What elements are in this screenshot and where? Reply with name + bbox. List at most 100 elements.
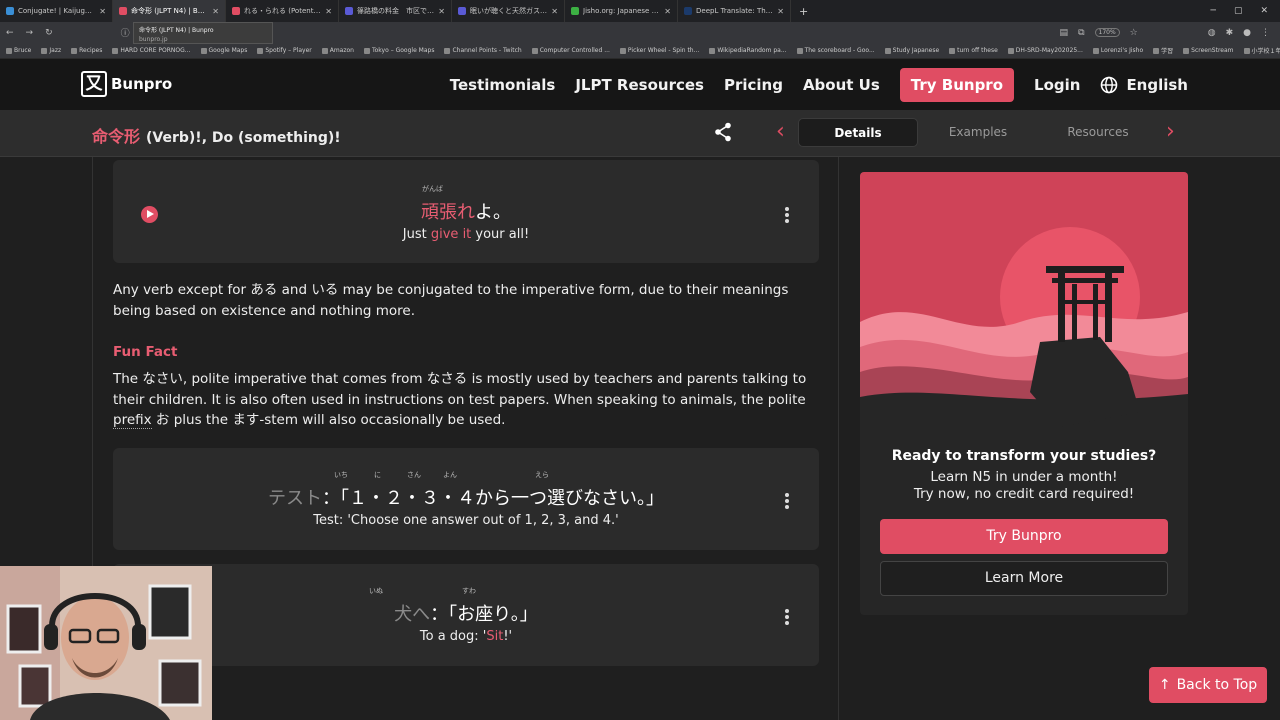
prefix-link[interactable]: prefix [113,412,152,429]
bookmark-item[interactable]: The scoreboard - Goo... [796,47,875,54]
tab-details[interactable]: Details [798,118,918,147]
nav-jlpt-resources[interactable]: JLPT Resources [575,76,704,94]
bookmark-item[interactable]: HARD CORE PORNOG... [112,47,191,54]
bookmark-icon [257,47,264,54]
browser-tab[interactable]: れる・られる (Potential) (JLPT✕ [226,0,339,22]
bookmark-item[interactable]: Channel Points - Twitch [444,47,522,54]
grammar-bar: 命令形 (Verb)!, Do (something)! ‹ Details Ex… [0,110,1280,157]
nav-pricing[interactable]: Pricing [724,76,783,94]
page-icon[interactable]: ▤ [1060,28,1069,38]
example-highlight: 頑張れ [421,202,475,223]
tab-favicon-icon [6,7,14,15]
grammar-meaning: (Verb)!, Do (something)! [146,130,341,146]
forward-icon[interactable]: → [26,28,34,38]
extension-icon[interactable]: ◍ [1208,28,1216,38]
maximize-icon[interactable]: ▢ [1234,6,1243,16]
share-icon[interactable] [714,122,732,142]
bookmark-item[interactable]: Spotify – Player [257,47,312,54]
translate-icon[interactable]: ⧉ [1078,28,1084,38]
browser-tab[interactable]: DeepL Translate: The world's m ✕ [678,0,791,22]
menu-icon[interactable]: ⋮ [1261,28,1270,38]
reload-icon[interactable]: ↻ [45,28,53,38]
close-window-icon[interactable]: ✕ [1260,6,1268,16]
bookmark-item[interactable]: Jazz [41,47,61,54]
tab-examples[interactable]: Examples [918,118,1038,147]
chevron-right-icon[interactable]: › [1166,121,1175,143]
login-link[interactable]: Login [1034,76,1080,94]
example-sentence: ：「１・２・３・４から一つ選びなさい。」 [322,488,664,509]
try-bunpro-button[interactable]: Try Bunpro [899,68,1015,102]
browser-tab[interactable]: Jisho.org: Japanese Dictionary ✕ [565,0,678,22]
bookmark-label: Channel Points - Twitch [452,47,522,54]
bookmark-item[interactable]: turn off these [949,47,998,54]
browser-tab[interactable]: 篠路橋の料金 市区でない人に ✕ [339,0,452,22]
back-to-top-label: Back to Top [1176,677,1258,693]
example-english: To a dog: 'Sit!' [113,629,819,644]
back-icon[interactable]: ← [6,28,14,38]
tab-favicon-icon [458,7,466,15]
bookmark-icon [112,47,119,54]
tab-title: 篠路橋の料金 市区でない人に [357,7,434,15]
browser-tab[interactable]: Conjugate! | Kaijugation - Bunp ✕ [0,0,113,22]
bunpro-logo[interactable]: 又 Bunpro [81,71,172,97]
close-tab-icon[interactable]: ✕ [551,7,558,16]
furigana: がんば [422,185,443,193]
bookmark-item[interactable]: ScreenStream [1183,47,1234,54]
bookmark-item[interactable]: Tokyo – Google Maps [363,47,434,54]
close-tab-icon[interactable]: ✕ [777,7,784,16]
back-to-top-button[interactable]: ↑ Back to Top [1149,667,1267,703]
tab-favicon-icon [571,7,579,15]
bookmark-icon [949,47,956,54]
chevron-left-icon[interactable]: ‹ [776,121,785,143]
browser-tab[interactable]: 命令形 (JLPT N4) | Bunpro ✕ [113,0,226,22]
bookmark-item[interactable]: 小学校１年生漢字の... [1243,46,1280,55]
more-options-icon[interactable] [785,207,789,225]
puzzle-icon[interactable]: ✱ [1226,28,1234,38]
bookmark-label: Amazon [329,47,354,54]
star-icon[interactable]: ☆ [1130,28,1138,38]
promo-learn-more-button[interactable]: Learn More [880,561,1168,596]
bookmark-item[interactable]: Bruce [6,47,31,54]
bookmark-label: DH-SRD-May202025... [1015,47,1083,54]
english-pre: Just [402,227,431,242]
browser-tab[interactable]: 眠いが聴くと天然ガスの価格が ✕ [452,0,565,22]
bookmark-label: Bruce [14,47,32,54]
language-selector[interactable]: English [1100,76,1188,94]
tab-resources[interactable]: Resources [1038,118,1158,147]
close-tab-icon[interactable]: ✕ [664,7,671,16]
bookmark-item[interactable]: Recipes [71,47,102,54]
close-tab-icon[interactable]: ✕ [99,7,106,16]
more-options-icon[interactable] [785,609,789,627]
profile-icon[interactable]: ● [1243,28,1251,38]
bookmark-item[interactable]: Computer Controlled ... [531,47,610,54]
zoom-indicator[interactable]: 170% [1094,28,1120,37]
nav-testimonials[interactable]: Testimonials [450,76,556,94]
window-controls: ─ ▢ ✕ [1211,6,1280,16]
bookmark-item[interactable]: Study Japanese [884,47,939,54]
bookmark-icon [1092,47,1099,54]
tab-list: Conjugate! | Kaijugation - Bunp✕命令形 (JLP… [0,0,791,22]
minimize-icon[interactable]: ─ [1211,6,1216,16]
bookmark-item[interactable]: Google Maps [200,47,248,54]
bookmark-label: Google Maps [208,47,248,54]
more-options-icon[interactable] [785,493,789,511]
new-tab-button[interactable]: + [791,5,816,18]
tab-favicon-icon [232,7,240,15]
close-tab-icon[interactable]: ✕ [325,7,332,16]
site-info-icon[interactable]: ⓘ [121,26,130,39]
example-rest: よ。 [475,202,511,223]
promo-try-button[interactable]: Try Bunpro [880,519,1168,554]
bookmark-item[interactable]: Lorenzi's Jisho [1092,47,1143,54]
grammar-title: 命令形 (Verb)!, Do (something)! [92,123,341,147]
bookmark-item[interactable]: WikipediaRandom pa... [709,47,787,54]
nav-about-us[interactable]: About Us [803,76,880,94]
close-tab-icon[interactable]: ✕ [212,7,219,16]
bookmark-item[interactable]: Amazon [321,47,354,54]
bookmark-icon [619,47,626,54]
bookmark-item[interactable]: Picker Wheel - Spin th... [619,47,699,54]
bookmark-item[interactable]: DH-SRD-May202025... [1007,47,1083,54]
fun-fact-text-end: お plus the ます-stem will also occasionall… [151,412,506,428]
tab-title: DeepL Translate: The world's m [696,7,773,15]
bookmark-item[interactable]: 学習 [1153,46,1173,55]
close-tab-icon[interactable]: ✕ [438,7,445,16]
